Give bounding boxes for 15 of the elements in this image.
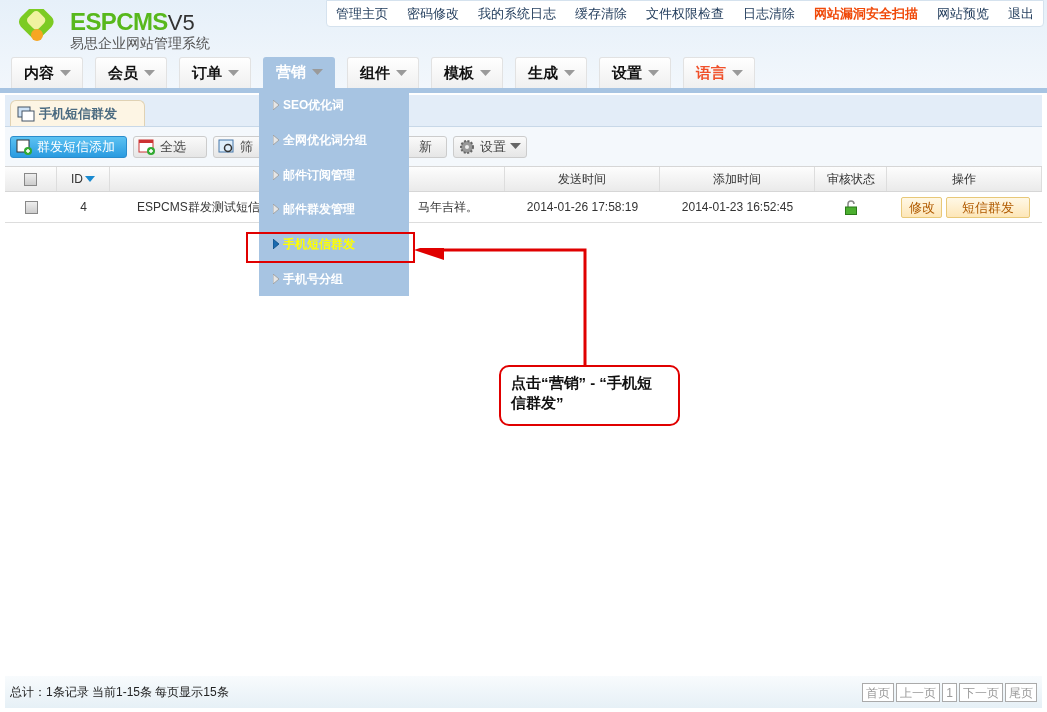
column-header: 审核状态 [826,171,875,188]
page-tab-label: 手机短信群发 [39,104,117,123]
record-summary: 总计：1条记录 当前1-15条 每页显示15条 [10,684,229,701]
column-header: 添加时间 [713,171,761,188]
logo-text: ESPCMS [70,9,168,34]
callout-text: 点击“营销” - “手机短信群发” [511,373,653,413]
table-cell-text: 2014-01-26 17:58:19 [525,199,640,216]
table-cell-text: ESPCMS群发测试短信 [137,199,260,216]
logo-subtitle: 易思企业网站管理系统 [70,35,210,50]
table-cell-text: 4 [79,199,88,216]
column-header: 发送时间 [558,171,606,188]
table-cell-text: 马年吉祥。 [418,199,478,216]
logo-version: V5 [167,11,195,34]
column-header: 操作 [952,171,976,188]
table-cell-text: 2014-01-23 16:52:45 [680,199,795,216]
